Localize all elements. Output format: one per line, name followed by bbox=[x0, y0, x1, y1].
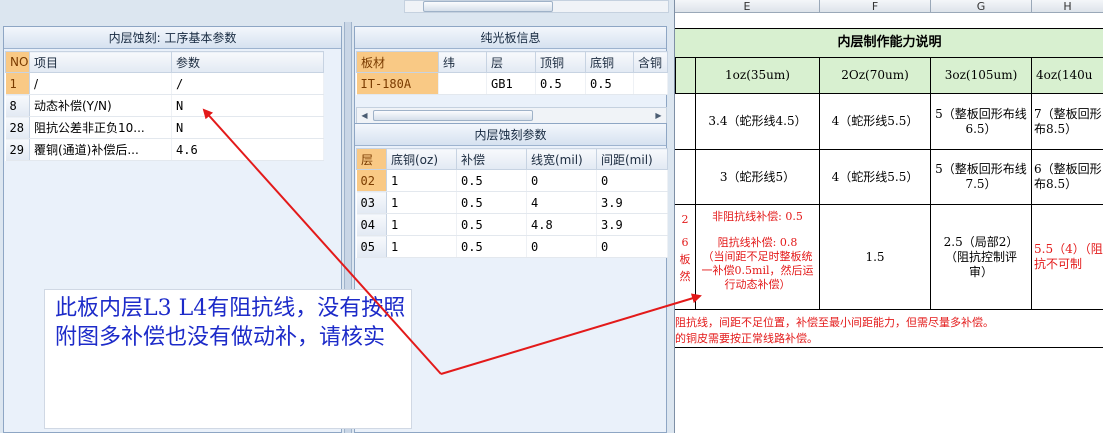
arrow-to-sheet-comp bbox=[440, 293, 702, 375]
annotation-arrows bbox=[202, 108, 702, 375]
arrow-to-dynamic-comp bbox=[202, 108, 442, 375]
